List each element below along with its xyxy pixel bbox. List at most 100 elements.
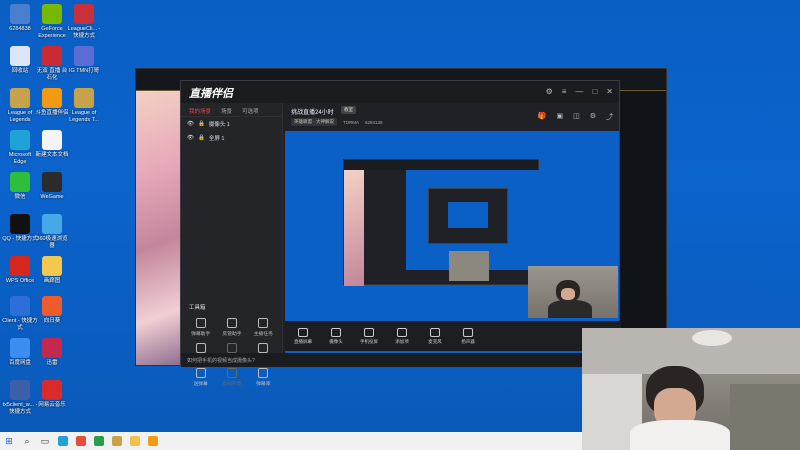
lock-icon[interactable]: 🔒 bbox=[198, 135, 205, 141]
shop-icon[interactable]: ▣ bbox=[556, 112, 563, 122]
tool-label: 房管助手 bbox=[222, 332, 242, 337]
tab-scenes[interactable]: 场景 bbox=[221, 107, 232, 115]
desktop-icon[interactable]: Microsoft Edge bbox=[2, 130, 38, 165]
eye-icon[interactable]: 👁 bbox=[187, 121, 194, 127]
desktop-icon[interactable]: 迅雷 bbox=[34, 338, 70, 367]
desktop-icon[interactable]: 向日葵 bbox=[34, 296, 70, 325]
room-title[interactable]: 挑战直播24小时 bbox=[291, 107, 334, 116]
app-icon bbox=[42, 88, 62, 108]
desktop-icon-label: Microsoft Edge bbox=[8, 152, 32, 165]
lock-icon[interactable]: 🔒 bbox=[198, 121, 205, 127]
desktop-icon-label: GeForce Experience bbox=[38, 26, 66, 39]
desktop-icon[interactable]: 画廊图 bbox=[34, 256, 70, 285]
tool-icon bbox=[258, 318, 269, 328]
source-add-button[interactable]: 手机投屏 bbox=[354, 327, 384, 345]
desktop-icon[interactable]: 百度网盘 bbox=[2, 338, 38, 367]
desktop-icon[interactable]: 微信 bbox=[2, 172, 38, 201]
desktop-icon[interactable]: 回收站 bbox=[2, 46, 38, 75]
taskbar-edge-icon[interactable] bbox=[54, 432, 72, 450]
league-client-right-panel bbox=[618, 91, 666, 365]
tool-label: 弹幕助手 bbox=[191, 332, 211, 337]
desktop-icon-label: IG TMN打哥 bbox=[68, 68, 100, 74]
room-id: 6284138 bbox=[365, 119, 383, 125]
desktop-icon[interactable]: 360极速浏览器 bbox=[34, 214, 70, 249]
desktop-icon[interactable]: WPS Office bbox=[2, 256, 38, 285]
source-icon bbox=[430, 327, 440, 337]
source-item-fullscreen[interactable]: 👁 🔒 全屏 1 bbox=[181, 131, 282, 145]
tool-button[interactable]: 弹幕库 bbox=[248, 368, 279, 387]
desktop-icon[interactable]: IG TMN打哥 bbox=[66, 46, 102, 75]
desktop-icon[interactable]: 无双 直播 台石化 bbox=[34, 46, 70, 81]
tool-icon bbox=[226, 343, 237, 353]
room-tag: 教室 bbox=[341, 106, 356, 114]
app-icon bbox=[74, 46, 94, 66]
source-item-camera[interactable]: 👁 🔒 摄像头 1 bbox=[181, 117, 282, 131]
desktop-icon-label: 斗鱼直播伴侣 bbox=[35, 110, 69, 116]
desktop-icon-label: 新建文本文档 bbox=[35, 152, 69, 158]
desktop-icon[interactable]: 新建文本文档 bbox=[34, 130, 70, 159]
taskbar-search-icon[interactable]: ⌕ bbox=[18, 432, 36, 450]
desktop-icon[interactable]: 斗鱼直播伴侣 bbox=[34, 88, 70, 117]
minimize-icon[interactable]: — bbox=[575, 87, 583, 96]
desktop-icon[interactable]: League of Legends bbox=[2, 88, 38, 123]
desktop-icon[interactable]: GeForce Experience bbox=[34, 4, 70, 39]
desktop-icon-label: tx5client_w... - 快捷方式 bbox=[2, 402, 38, 415]
tool-button[interactable]: 送弹幕 bbox=[185, 368, 216, 387]
source-button-label: 扬声器 bbox=[461, 338, 475, 344]
streaming-app-window[interactable]: 直播伴侣 ⚙ ≡ — □ ✕ 我的场景 场景 可选项 👁 🔒 摄像头 1 👁 🔒… bbox=[180, 80, 621, 387]
tool-button[interactable]: 弹幕助手 bbox=[185, 318, 216, 337]
preview-nested-window bbox=[343, 159, 540, 286]
desktop-icon[interactable]: QQ - 快捷方式 bbox=[2, 214, 38, 243]
source-button-label: 手机投屏 bbox=[360, 338, 378, 344]
app-icon bbox=[10, 380, 30, 400]
source-add-button[interactable]: 添加项 bbox=[387, 327, 417, 345]
share-icon[interactable]: ⤴ bbox=[606, 112, 613, 122]
source-button-label: 摄像头 bbox=[329, 338, 343, 344]
taskbar-douyu-icon[interactable] bbox=[144, 432, 162, 450]
desktop-icon[interactable]: LeagueCli... - 快捷方式 bbox=[66, 4, 102, 39]
taskbar-league-icon[interactable] bbox=[108, 432, 126, 450]
category-pill[interactable]: 英雄联盟 · 大神解说 bbox=[291, 118, 337, 126]
desktop-icon[interactable]: tx5client_w... - 快捷方式 bbox=[2, 380, 38, 415]
app-icon bbox=[10, 130, 30, 150]
source-icon bbox=[298, 327, 308, 337]
source-add-button[interactable]: 麦克风 bbox=[420, 327, 450, 345]
tab-options[interactable]: 可选项 bbox=[242, 107, 259, 115]
app-icon bbox=[42, 130, 62, 150]
desktop-icon[interactable]: 网易云音乐 bbox=[34, 380, 70, 409]
app-logo: 直播伴侣 bbox=[189, 88, 233, 100]
desktop-icon[interactable]: 6284838 bbox=[2, 4, 38, 33]
desktop-icon[interactable]: League of Legends T... bbox=[66, 88, 102, 123]
menu-icon[interactable]: ≡ bbox=[562, 87, 567, 96]
eye-icon[interactable]: 👁 bbox=[187, 135, 194, 141]
settings-icon[interactable]: ⚙ bbox=[590, 112, 596, 122]
app-icon bbox=[42, 214, 62, 234]
tool-button[interactable]: 主播任务 bbox=[248, 318, 279, 337]
close-icon[interactable]: ✕ bbox=[606, 87, 613, 96]
settings-icon[interactable]: ⚙ bbox=[546, 87, 553, 96]
maximize-icon[interactable]: □ bbox=[592, 87, 597, 96]
source-add-button[interactable]: 摄像头 bbox=[321, 327, 351, 345]
username: TDRMA bbox=[343, 119, 359, 125]
taskbar-start-icon[interactable]: ⊞ bbox=[0, 432, 18, 450]
taskbar-task-view-icon[interactable]: ▭ bbox=[36, 432, 54, 450]
desktop-icon-label: League of Legends T... bbox=[69, 110, 99, 123]
tool-button[interactable]: 虚拟形象 bbox=[216, 368, 247, 387]
cart-icon[interactable]: ◫ bbox=[573, 112, 580, 122]
desktop-icon[interactable]: Client - 快捷方式 bbox=[2, 296, 38, 331]
tool-button[interactable]: 房管助手 bbox=[216, 318, 247, 337]
taskbar-chrome-icon[interactable] bbox=[72, 432, 90, 450]
desktop-icon[interactable]: WeGame bbox=[34, 172, 70, 201]
streaming-app-titlebar: 直播伴侣 ⚙ ≡ — □ ✕ bbox=[181, 81, 619, 103]
scene-panel: 我的场景 场景 可选项 👁 🔒 摄像头 1 👁 🔒 全屏 1 工具箱 弹幕助手 房… bbox=[181, 103, 283, 387]
taskbar-file-explorer-icon[interactable] bbox=[126, 432, 144, 450]
help-notice[interactable]: 如何把手机的视频当成摄像头? bbox=[181, 353, 621, 367]
desktop-icon-label: 迅雷 bbox=[46, 360, 58, 366]
desktop-icon-label: 360极速浏览器 bbox=[36, 236, 68, 249]
source-add-button[interactable]: 直播屏幕 bbox=[288, 327, 318, 345]
gift-icon[interactable]: 🎁 bbox=[538, 112, 547, 122]
tab-my-scenes[interactable]: 我的场景 bbox=[189, 107, 211, 115]
desktop-icon-label: 无双 直播 台石化 bbox=[36, 68, 68, 81]
source-add-button[interactable]: 扬声器 bbox=[453, 327, 483, 345]
taskbar-qq-browser-icon[interactable] bbox=[90, 432, 108, 450]
